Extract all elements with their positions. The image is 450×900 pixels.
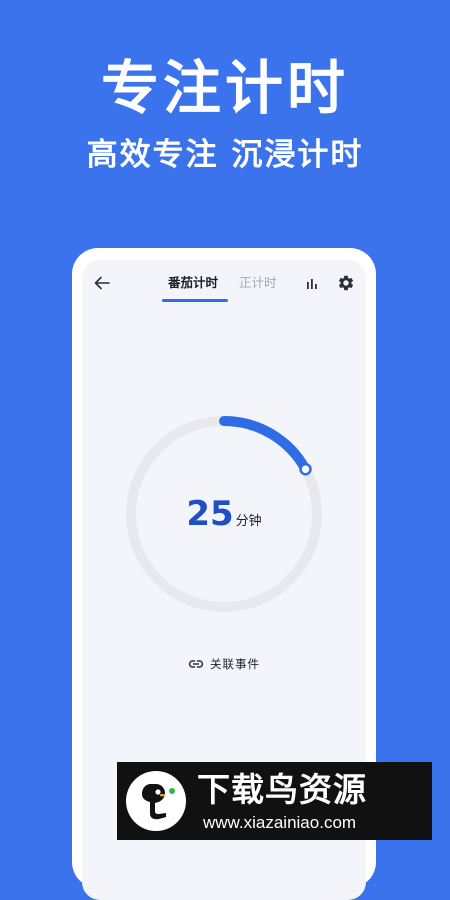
tab-pomodoro-timer[interactable]: 番茄计时 — [168, 274, 218, 292]
bird-logo-icon — [126, 771, 186, 831]
watermark-url: www.xiazainiao.com — [203, 813, 357, 832]
bar-chart-icon[interactable] — [304, 276, 320, 292]
link-event-label: 关联事件 — [210, 657, 260, 671]
promo-title: 专注计时 — [100, 54, 349, 122]
arrow-left-icon[interactable] — [92, 273, 112, 293]
promo-subtitle: 高效专注 沉浸计时 — [86, 137, 364, 173]
timer-ring-knob[interactable] — [299, 462, 312, 476]
gear-icon[interactable] — [337, 274, 355, 292]
link-event-button[interactable]: 关联事件 — [82, 656, 366, 672]
timer-minutes: 25 — [186, 494, 234, 534]
timer-display: 25 分钟 — [82, 494, 366, 534]
timer-unit: 分钟 — [235, 514, 262, 529]
watermark-banner: 下载鸟资源 www.xiazainiao.com — [117, 762, 432, 840]
active-tab-indicator — [162, 299, 228, 302]
link-icon — [188, 660, 204, 668]
watermark-site-name: 下载鸟资源 — [197, 770, 367, 809]
tab-count-up-timer[interactable]: 正计时 — [239, 274, 277, 292]
